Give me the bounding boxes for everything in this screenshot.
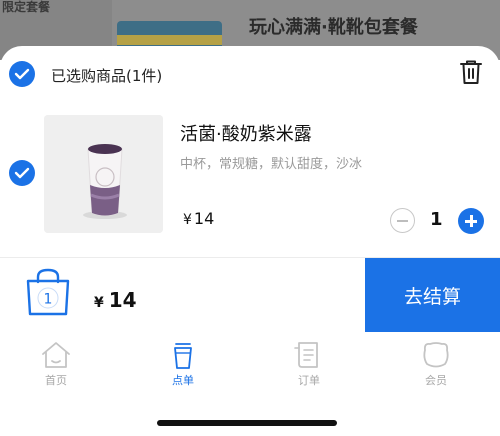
tab-home-label: 首页 xyxy=(45,374,67,387)
tab-member-label: 会员 xyxy=(425,374,447,387)
price-currency: ¥ xyxy=(183,212,192,228)
checkmark-icon xyxy=(14,167,30,179)
home-icon xyxy=(42,342,70,368)
tab-member[interactable]: 会员 xyxy=(396,340,476,388)
tab-order-drinks[interactable]: 点单 xyxy=(143,340,223,388)
tab-order-drinks-label: 点单 xyxy=(172,374,194,387)
product-price: ¥14 xyxy=(183,209,214,228)
product-name: 活菌·酸奶紫米露 xyxy=(180,124,312,145)
home-indicator[interactable] xyxy=(157,420,337,426)
checkout-bar: 1 ¥14 去结算 xyxy=(0,258,500,332)
background-item-title: 玩心满满·靴靴包套餐 xyxy=(249,17,418,38)
cart-bag-icon[interactable]: 1 xyxy=(24,268,72,322)
tab-orders-label: 订单 xyxy=(298,374,320,387)
quantity-value: 1 xyxy=(430,209,443,230)
bag-count: 1 xyxy=(44,292,53,308)
checkout-button[interactable]: 去结算 xyxy=(365,258,500,332)
increase-quantity-button[interactable] xyxy=(458,208,484,234)
member-icon xyxy=(423,342,449,368)
tab-orders[interactable]: 订单 xyxy=(269,340,349,388)
decrease-quantity-button[interactable] xyxy=(390,208,415,233)
select-all-checkbox[interactable] xyxy=(9,61,35,87)
cup-icon xyxy=(174,343,192,369)
total-currency: ¥ xyxy=(94,295,104,311)
selected-count-label: 已选购商品(1件) xyxy=(51,67,163,85)
cart-header: 已选购商品(1件) xyxy=(0,46,500,104)
product-image xyxy=(44,115,163,233)
total-price: ¥14 xyxy=(94,288,137,312)
price-value: 14 xyxy=(193,209,215,228)
cart-sheet: 已选购商品(1件) 活菌·酸奶紫米露 中杯，常规糖，默认甜度，沙冰 ¥ 14 1… xyxy=(0,46,500,436)
order-icon xyxy=(294,342,318,368)
product-spec: 中杯，常规糖，默认甜度，沙冰 xyxy=(180,157,363,172)
total-value: 14 xyxy=(108,288,137,312)
trash-icon[interactable] xyxy=(459,59,483,89)
item-checkbox[interactable] xyxy=(9,160,35,186)
background-section-title: 限定套餐 xyxy=(2,0,51,14)
checkmark-icon xyxy=(14,68,30,80)
tab-home[interactable]: 首页 xyxy=(16,340,96,388)
